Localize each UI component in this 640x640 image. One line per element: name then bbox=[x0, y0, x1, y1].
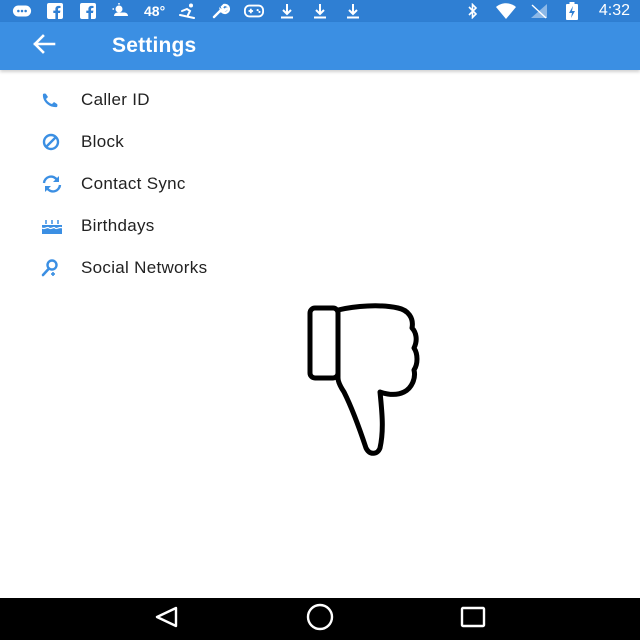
person-search-icon bbox=[40, 258, 66, 278]
clock-text: 4:32 bbox=[598, 2, 630, 19]
nav-back-button[interactable] bbox=[145, 599, 189, 639]
settings-item-birthdays[interactable]: Birthdays bbox=[0, 205, 640, 247]
cake-icon bbox=[40, 216, 66, 236]
arrow-back-icon bbox=[32, 33, 56, 59]
settings-item-block[interactable]: Block bbox=[0, 121, 640, 163]
home-circle-icon bbox=[305, 602, 335, 637]
settings-item-label: Contact Sync bbox=[81, 174, 186, 193]
download-icon bbox=[310, 3, 330, 19]
settings-item-caller-id[interactable]: Caller ID bbox=[0, 79, 640, 121]
navigation-bar bbox=[0, 598, 640, 640]
messages-icon bbox=[12, 3, 32, 19]
facebook-icon bbox=[78, 3, 98, 19]
settings-list: Caller ID Block Contact Sync Birthdays S… bbox=[0, 79, 640, 289]
block-icon bbox=[40, 132, 66, 152]
settings-item-label: Social Networks bbox=[81, 258, 208, 277]
thumbs-down-icon bbox=[300, 300, 424, 460]
settings-item-contact-sync[interactable]: Contact Sync bbox=[0, 163, 640, 205]
nav-home-button[interactable] bbox=[298, 599, 342, 639]
bluetooth-icon bbox=[463, 3, 483, 19]
status-bar: 48° 4:32 bbox=[0, 0, 640, 22]
wrench-icon bbox=[211, 3, 231, 19]
battery-charging-icon bbox=[562, 2, 582, 20]
signal-icon bbox=[529, 3, 549, 19]
facebook-icon bbox=[45, 3, 65, 19]
gamepad-icon bbox=[244, 3, 265, 19]
settings-item-label: Caller ID bbox=[81, 90, 150, 109]
recents-square-icon bbox=[459, 605, 487, 634]
wifi-icon bbox=[495, 3, 516, 19]
settings-item-label: Block bbox=[81, 132, 125, 151]
sync-icon bbox=[40, 174, 66, 194]
page-title: Settings bbox=[112, 34, 197, 57]
download-icon bbox=[343, 3, 363, 19]
status-bar-left: 48° bbox=[12, 3, 363, 19]
download-icon bbox=[277, 3, 297, 19]
app-bar: Settings bbox=[0, 22, 640, 70]
settings-item-social-networks[interactable]: Social Networks bbox=[0, 247, 640, 289]
back-triangle-icon bbox=[154, 606, 180, 633]
nav-recents-button[interactable] bbox=[451, 599, 495, 639]
settings-item-label: Birthdays bbox=[81, 216, 155, 235]
temperature-text: 48° bbox=[144, 3, 166, 19]
back-button[interactable] bbox=[24, 26, 64, 66]
weather-icon bbox=[111, 3, 131, 19]
phone-icon bbox=[40, 90, 66, 110]
status-bar-right: 4:32 bbox=[463, 2, 630, 20]
skiing-icon bbox=[178, 3, 198, 19]
